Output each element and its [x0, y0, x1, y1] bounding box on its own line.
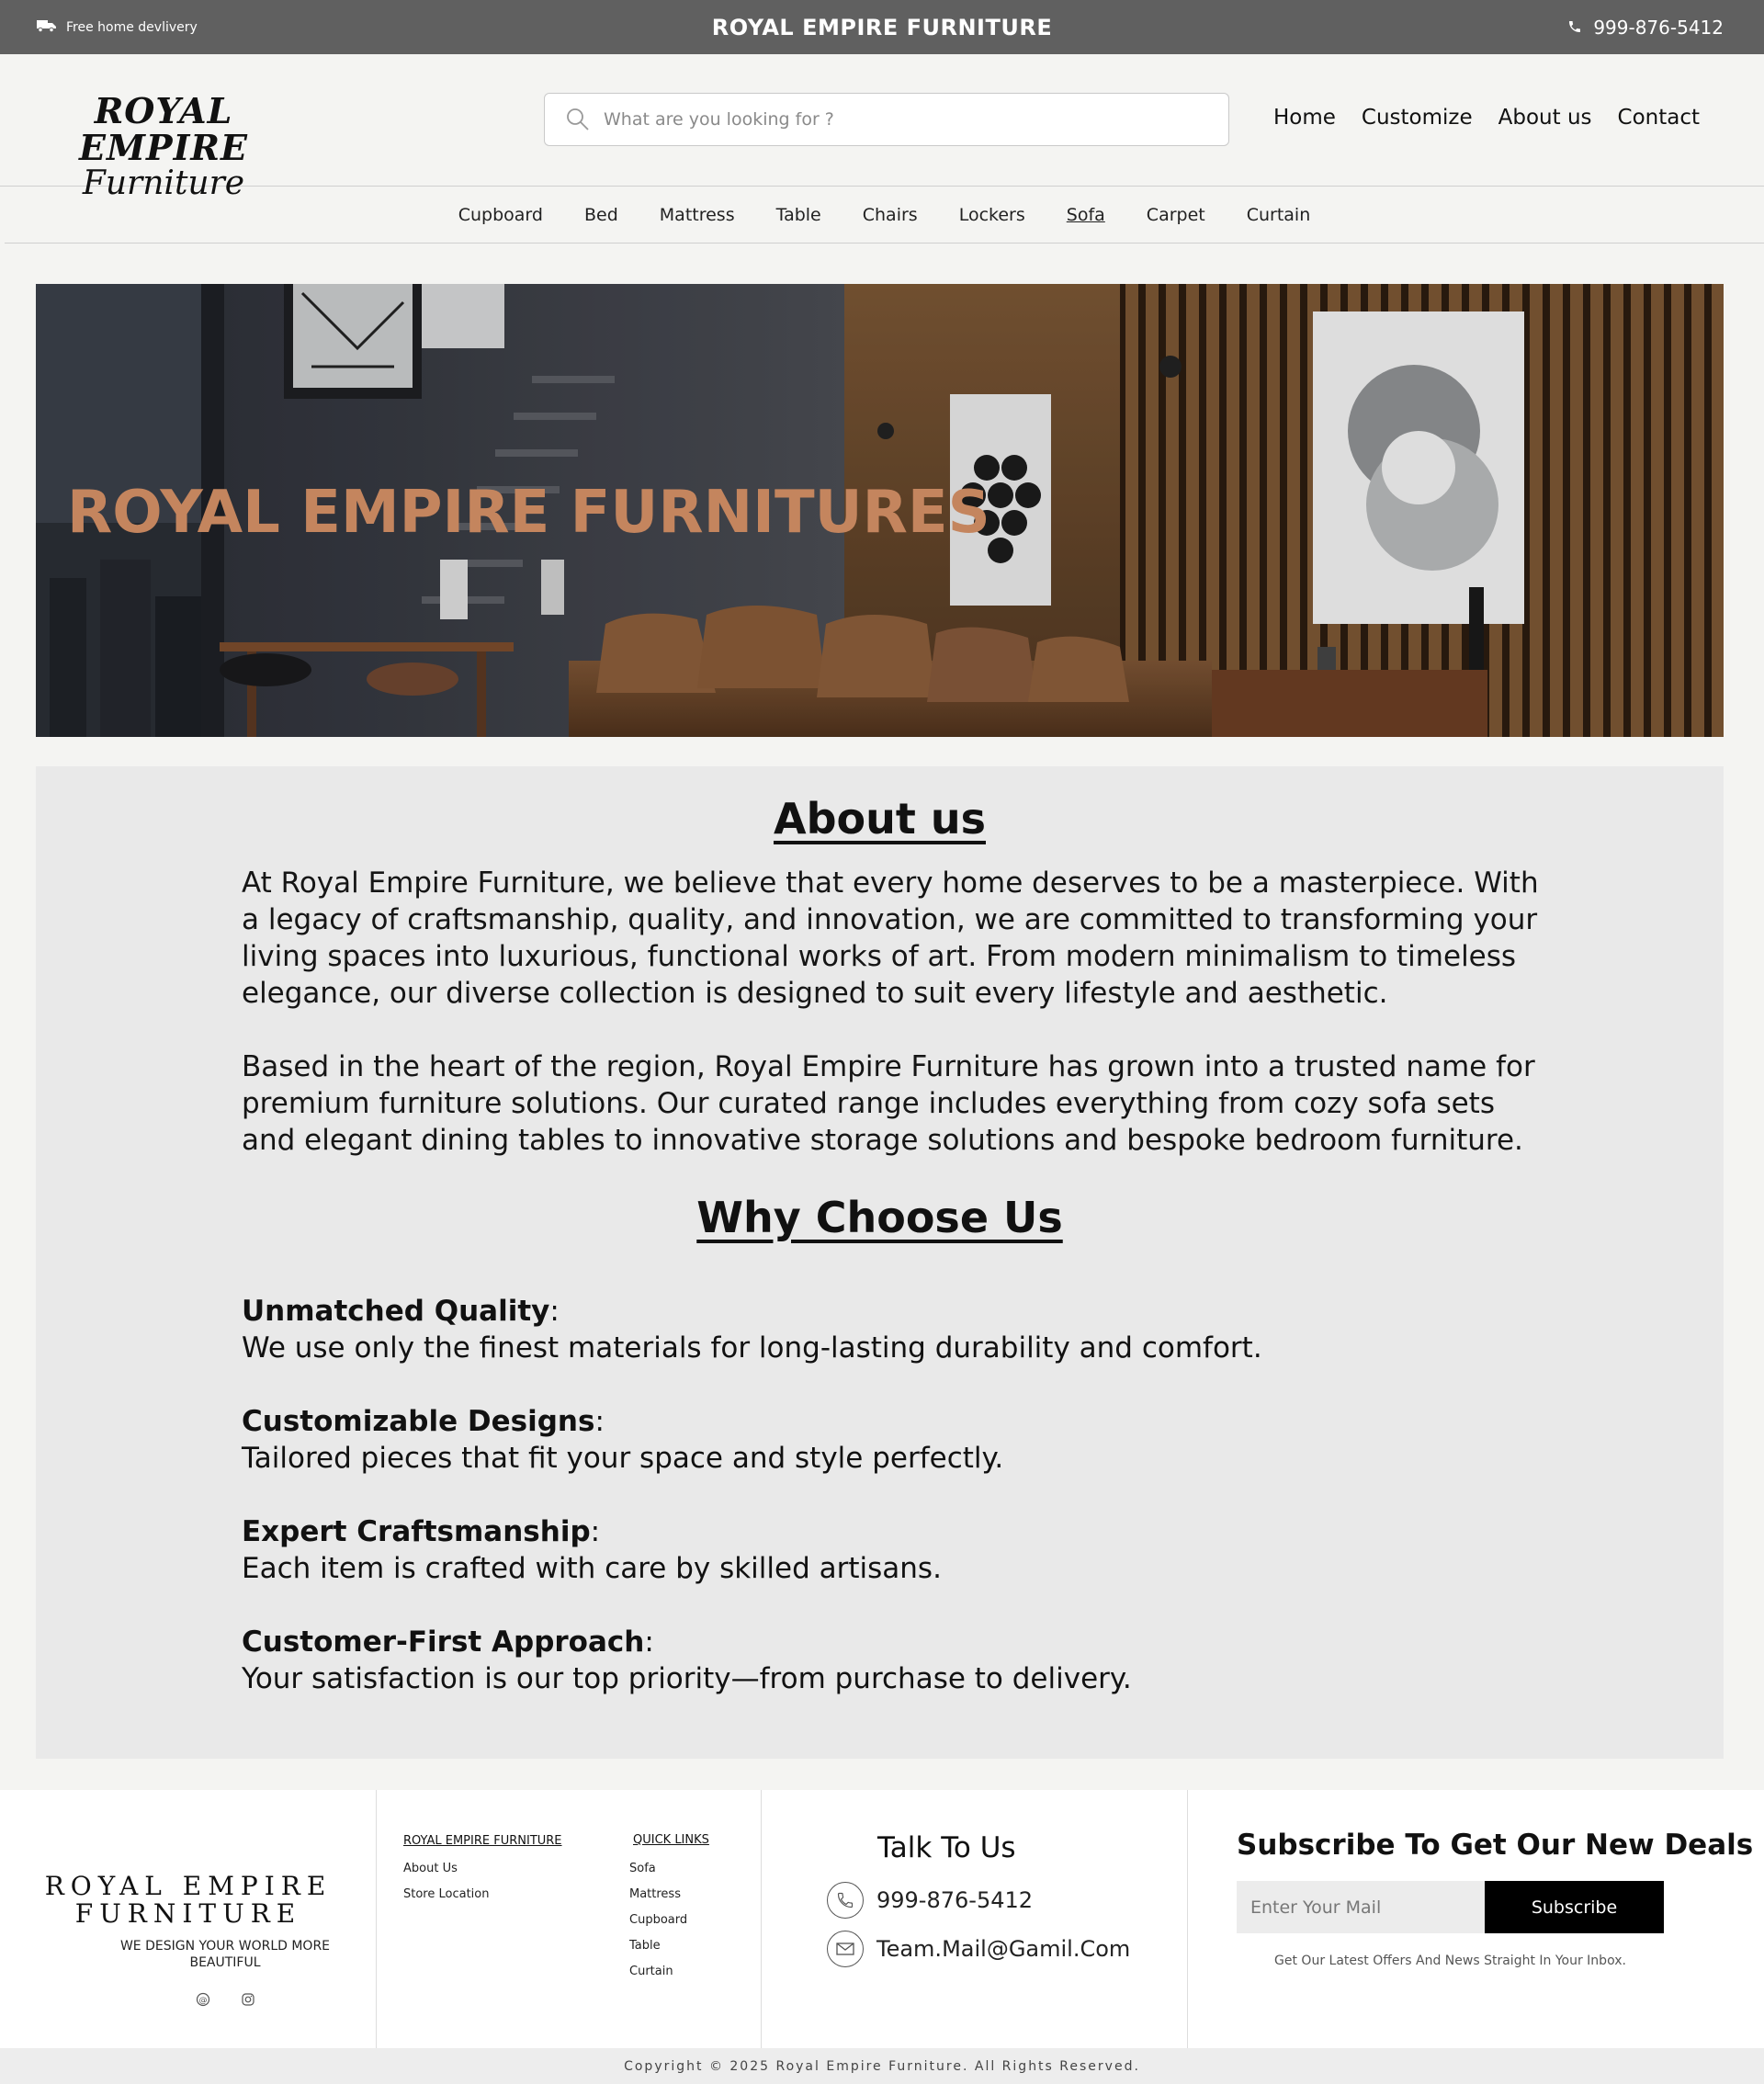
- feature-item: Unmatched Quality: We use only the fines…: [242, 1293, 1546, 1366]
- footer-link-table[interactable]: Table: [629, 1939, 661, 1953]
- footer-logo-line2: FURNITURE: [74, 1898, 302, 1929]
- why-choose-heading: Why Choose Us: [696, 1193, 1063, 1242]
- hero-title: ROYAL EMPIRE FURNITURES: [67, 479, 990, 547]
- feature-title: Customer-First Approach: [242, 1625, 645, 1659]
- about-section: About us At Royal Empire Furniture, we b…: [36, 766, 1724, 1759]
- subscribe-button[interactable]: Subscribe: [1485, 1881, 1664, 1933]
- free-delivery-text: Free home devlivery: [66, 19, 198, 35]
- footer-link-about[interactable]: About Us: [403, 1862, 458, 1875]
- category-curtain[interactable]: Curtain: [1247, 205, 1311, 225]
- topbar-phone[interactable]: 999-876-5412: [1567, 0, 1724, 54]
- free-delivery-notice: Free home devlivery: [37, 0, 198, 54]
- about-paragraph-1: At Royal Empire Furniture, we believe th…: [242, 866, 1539, 1010]
- search-box[interactable]: [544, 93, 1229, 146]
- footer-phone-number: 999-876-5412: [876, 1887, 1034, 1913]
- about-paragraph-2: Based in the heart of the region, Royal …: [242, 1050, 1535, 1157]
- hero-banner: ROYAL EMPIRE FURNITURES: [36, 284, 1724, 737]
- feature-text: We use only the finest materials for lon…: [242, 1331, 1262, 1365]
- about-heading: About us: [773, 794, 986, 844]
- footer-email-address: Team.Mail@Gamil.Com: [876, 1936, 1131, 1962]
- footer-quicklinks-heading: QUICK LINKS: [633, 1833, 709, 1847]
- svg-text:@: @: [199, 1997, 208, 2006]
- feature-title: Unmatched Quality: [242, 1295, 550, 1328]
- topbar-brand: ROYAL EMPIRE FURNITURE: [711, 14, 1053, 40]
- topbar-phone-number: 999-876-5412: [1593, 16, 1724, 39]
- footer-link-cupboard[interactable]: Cupboard: [629, 1913, 687, 1927]
- footer-logo-line1: ROYAL EMPIRE: [44, 1871, 333, 1901]
- feature-item: Expert Craftsmanship: Each item is craft…: [242, 1513, 1546, 1587]
- site-logo[interactable]: ROYAL EMPIRE Furniture: [37, 93, 290, 201]
- feature-text: Your satisfaction is our top priority—fr…: [242, 1662, 1132, 1695]
- feature-text: Each item is crafted with care by skille…: [242, 1552, 942, 1585]
- phone-icon: [827, 1882, 864, 1919]
- feature-item: Customer-First Approach: Your satisfacti…: [242, 1624, 1546, 1697]
- phone-icon: [1567, 17, 1582, 39]
- feature-title: Customizable Designs: [242, 1405, 595, 1438]
- site-footer: ROYAL EMPIRE FURNITURE WE DESIGN YOUR WO…: [0, 1790, 1764, 2048]
- threads-icon[interactable]: @: [194, 1990, 212, 2009]
- footer-link-curtain[interactable]: Curtain: [629, 1965, 673, 1978]
- subscribe-email-input[interactable]: [1237, 1881, 1485, 1933]
- instagram-icon[interactable]: [239, 1990, 257, 2009]
- category-chairs[interactable]: Chairs: [863, 205, 918, 225]
- copyright-bar: Copyright © 2025 Royal Empire Furniture.…: [0, 2048, 1764, 2084]
- nav-contact[interactable]: Contact: [1618, 106, 1700, 130]
- category-lockers[interactable]: Lockers: [959, 205, 1025, 225]
- subscribe-heading: Subscribe To Get Our New Deals: [1237, 1829, 1754, 1862]
- subscribe-note: Get Our Latest Offers And News Straight …: [1274, 1954, 1626, 1968]
- category-mattress[interactable]: Mattress: [660, 205, 735, 225]
- truck-icon: [37, 19, 57, 36]
- footer-brand-column: ROYAL EMPIRE FURNITURE WE DESIGN YOUR WO…: [0, 1790, 377, 2048]
- feature-text: Tailored pieces that fit your space and …: [242, 1442, 1004, 1475]
- footer-link-mattress[interactable]: Mattress: [629, 1887, 681, 1901]
- nav-home[interactable]: Home: [1273, 106, 1336, 130]
- category-sofa[interactable]: Sofa: [1067, 205, 1105, 225]
- site-header: ROYAL EMPIRE Furniture Home Customize Ab…: [0, 54, 1764, 201]
- footer-links-column: ROYAL EMPIRE FURNITURE About Us Store Lo…: [377, 1790, 762, 2048]
- footer-phone[interactable]: 999-876-5412: [827, 1882, 1033, 1919]
- footer-contact-column: [762, 1790, 1188, 2048]
- category-carpet[interactable]: Carpet: [1147, 205, 1205, 225]
- search-input[interactable]: [604, 109, 1192, 130]
- search-icon[interactable]: [565, 106, 593, 133]
- footer-link-sofa[interactable]: Sofa: [629, 1862, 656, 1875]
- footer-link-store-location[interactable]: Store Location: [403, 1887, 489, 1901]
- category-bar: Cupboard Bed Mattress Table Chairs Locke…: [5, 187, 1764, 244]
- footer-tagline: WE DESIGN YOUR WORLD MORE BEAUTIFUL: [119, 1939, 331, 1970]
- main-nav: Home Customize About us Contact: [1273, 106, 1700, 130]
- logo-line1: ROYAL EMPIRE: [79, 90, 248, 168]
- top-bar: Free home devlivery ROYAL EMPIRE FURNITU…: [0, 0, 1764, 54]
- footer-company-heading: ROYAL EMPIRE FURNITURE: [403, 1834, 562, 1848]
- category-table[interactable]: Table: [776, 205, 821, 225]
- category-cupboard[interactable]: Cupboard: [458, 205, 543, 225]
- mail-icon: [827, 1931, 864, 1967]
- footer-email[interactable]: Team.Mail@Gamil.Com: [827, 1931, 1130, 1967]
- talk-to-us-heading: Talk To Us: [877, 1831, 1016, 1864]
- nav-customize[interactable]: Customize: [1362, 106, 1473, 130]
- category-bed[interactable]: Bed: [584, 205, 618, 225]
- feature-item: Customizable Designs: Tailored pieces th…: [242, 1403, 1546, 1477]
- nav-about-us[interactable]: About us: [1498, 106, 1592, 130]
- feature-title: Expert Craftsmanship: [242, 1515, 591, 1548]
- footer-logo[interactable]: ROYAL EMPIRE FURNITURE: [0, 1873, 377, 1928]
